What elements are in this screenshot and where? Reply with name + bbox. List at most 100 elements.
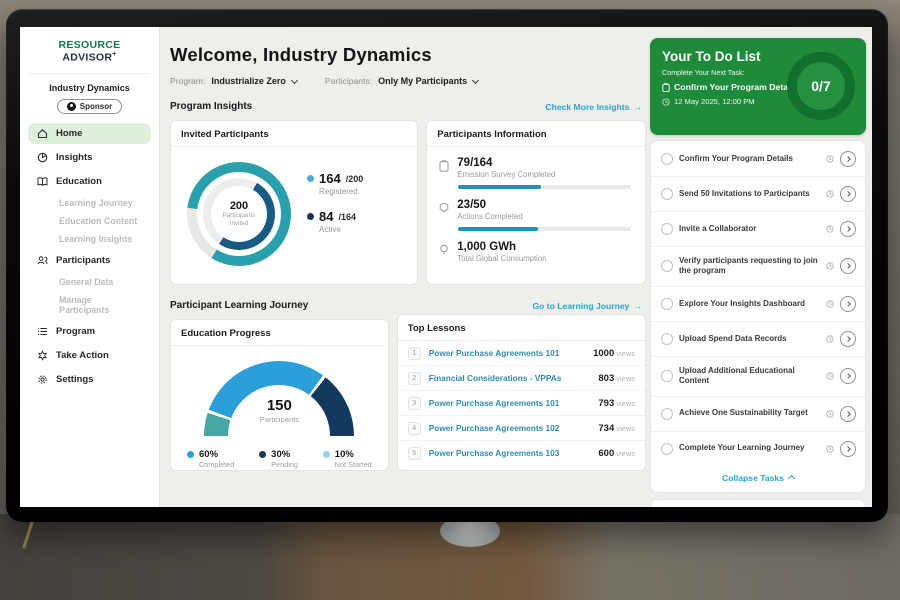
lesson-link[interactable]: Power Purchase Agreements 101 bbox=[429, 398, 599, 408]
task-checkbox[interactable] bbox=[661, 443, 673, 455]
task-row[interactable]: Verify participants requesting to join t… bbox=[651, 247, 865, 287]
sidebar-item-label: Education bbox=[56, 176, 102, 187]
sponsor-badge-label: Sponsor bbox=[80, 102, 112, 111]
task-checkbox[interactable] bbox=[661, 153, 673, 165]
task-checkbox[interactable] bbox=[661, 408, 673, 420]
invited-donut-chart: 200 Participants Invited bbox=[187, 162, 291, 266]
not-started-dot-icon bbox=[323, 451, 330, 458]
task-checkbox[interactable] bbox=[661, 260, 673, 272]
stat-global-consumption: 1,000 GWh Total Global Consumption bbox=[427, 241, 645, 263]
task-chevron-button[interactable] bbox=[840, 368, 856, 384]
clock-icon bbox=[826, 445, 834, 453]
check-more-insights-link[interactable]: Check More Insights → bbox=[545, 102, 642, 112]
sidebar-item-label: Home bbox=[56, 128, 82, 139]
sidebar-item-learning-insights[interactable]: Learning Insights bbox=[28, 231, 151, 247]
participants-filter[interactable]: Participants: Only My Participants bbox=[325, 76, 478, 86]
clock-icon bbox=[826, 225, 834, 233]
logo-advisor: ADVISOR bbox=[62, 52, 112, 64]
task-row[interactable]: Explore Your Insights Dashboard bbox=[651, 287, 865, 322]
sidebar-item-education-content[interactable]: Education Content bbox=[28, 213, 151, 229]
sidebar-item-program[interactable]: Program bbox=[28, 321, 151, 342]
task-row[interactable]: Confirm Your Program Details bbox=[651, 142, 865, 177]
task-checkbox[interactable] bbox=[661, 370, 673, 382]
task-chevron-button[interactable] bbox=[840, 258, 856, 274]
lesson-link[interactable]: Power Purchase Agreements 103 bbox=[429, 448, 599, 458]
lesson-row: 2 Financial Considerations - VPPAs 803vi… bbox=[398, 366, 645, 391]
program-filter-value: Industrialize Zero bbox=[211, 76, 286, 86]
lesson-row: 4 Power Purchase Agreements 102 734views bbox=[398, 416, 645, 441]
arrow-right-icon: → bbox=[633, 102, 642, 112]
sidebar-item-home[interactable]: Home bbox=[28, 123, 151, 144]
task-row[interactable]: Upload Additional Educational Content bbox=[651, 357, 865, 397]
main-content: Welcome, Industry Dynamics Program: Indu… bbox=[160, 27, 650, 507]
lesson-link[interactable]: Financial Considerations - VPPAs bbox=[429, 373, 599, 383]
task-row[interactable]: Send 50 Invitations to Participants bbox=[651, 177, 865, 212]
task-row[interactable]: Complete Your Learning Journey bbox=[651, 432, 865, 466]
insights-pie-icon bbox=[37, 152, 48, 163]
task-chevron-button[interactable] bbox=[840, 151, 856, 167]
participants-information-card: Participants Information 79/164 Emission… bbox=[426, 120, 646, 285]
org-name: Industry Dynamics bbox=[20, 83, 159, 93]
donut-legend: 164 /200 Registered 84 /164 Active bbox=[307, 171, 363, 266]
section-title: Program Insights bbox=[170, 101, 252, 112]
todo-progress-ring: 0/7 bbox=[787, 52, 855, 120]
spark-icon bbox=[37, 350, 48, 361]
progress-fill bbox=[458, 185, 541, 189]
learning-cards-row: Education Progress 150 Participants 60% bbox=[170, 319, 646, 471]
sidebar-item-education[interactable]: Education bbox=[28, 171, 151, 192]
legend-active: 84 /164 Active bbox=[307, 209, 363, 234]
task-checkbox[interactable] bbox=[661, 298, 673, 310]
sidebar-item-take-action[interactable]: Take Action bbox=[28, 345, 151, 366]
task-chevron-button[interactable] bbox=[840, 296, 856, 312]
todo-panel: Your To Do List Complete Your Next Task:… bbox=[650, 38, 866, 507]
clock-icon bbox=[826, 410, 834, 418]
sponsor-icon bbox=[67, 102, 76, 111]
task-list: Confirm Your Program Details Send 50 Inv… bbox=[650, 140, 866, 493]
task-chevron-button[interactable] bbox=[840, 186, 856, 202]
sidebar-item-label: Manage Participants bbox=[59, 295, 142, 315]
sidebar-item-insights[interactable]: Insights bbox=[28, 147, 151, 168]
sidebar-item-learning-journey[interactable]: Learning Journey bbox=[28, 195, 151, 211]
clock-icon bbox=[826, 372, 834, 380]
logo-plus: + bbox=[112, 51, 116, 58]
learning-journey-header: Participant Learning Journey Go to Learn… bbox=[170, 300, 646, 311]
rank-badge: 4 bbox=[408, 422, 421, 435]
sponsor-badge[interactable]: Sponsor bbox=[57, 99, 122, 114]
sidebar-item-general-data[interactable]: General Data bbox=[28, 274, 151, 290]
task-row[interactable]: Invite a Collaborator bbox=[651, 212, 865, 247]
gauge-center-value: 150 bbox=[204, 397, 354, 414]
clock-icon bbox=[826, 262, 834, 270]
registered-dot-icon bbox=[307, 175, 314, 182]
task-row[interactable]: Achieve One Sustainability Target bbox=[651, 397, 865, 432]
task-chevron-button[interactable] bbox=[840, 221, 856, 237]
go-to-learning-journey-link[interactable]: Go to Learning Journey → bbox=[532, 301, 642, 311]
sidebar-item-settings[interactable]: Settings bbox=[28, 369, 151, 390]
invited-participants-card: Invited Participants 200 Participants In… bbox=[170, 120, 418, 285]
task-checkbox[interactable] bbox=[661, 333, 673, 345]
lesson-link[interactable]: Power Purchase Agreements 102 bbox=[429, 423, 599, 433]
task-chevron-button[interactable] bbox=[840, 406, 856, 422]
actions-progress-bar bbox=[458, 227, 631, 231]
task-checkbox[interactable] bbox=[661, 223, 673, 235]
completed-dot-icon bbox=[187, 451, 194, 458]
card-title: Participants Information bbox=[427, 121, 645, 147]
task-checkbox[interactable] bbox=[661, 188, 673, 200]
task-chevron-button[interactable] bbox=[840, 331, 856, 347]
program-filter[interactable]: Program: Industrialize Zero bbox=[170, 76, 297, 86]
sidebar-item-participants[interactable]: Participants bbox=[28, 250, 151, 271]
participants-filter-value: Only My Participants bbox=[378, 76, 467, 86]
rank-badge: 3 bbox=[408, 397, 421, 410]
legend-completed: 60% Completed bbox=[187, 449, 234, 469]
sidebar: RESOURCE ADVISOR+ Industry Dynamics Spon… bbox=[20, 27, 160, 507]
top-lessons-card: Top Lessons 1 Power Purchase Agreements … bbox=[397, 314, 646, 471]
sidebar-item-manage-participants[interactable]: Manage Participants bbox=[28, 292, 151, 318]
lesson-link[interactable]: Power Purchase Agreements 101 bbox=[429, 348, 593, 358]
chevron-down-icon bbox=[472, 76, 479, 83]
logo-resource: RESOURCE bbox=[59, 39, 121, 51]
emission-survey-progress-bar bbox=[458, 185, 631, 189]
collapse-tasks-link[interactable]: Collapse Tasks bbox=[651, 466, 865, 491]
task-row[interactable]: Upload Spend Data Records bbox=[651, 322, 865, 357]
clipboard-icon bbox=[662, 83, 670, 92]
filter-bar: Program: Industrialize Zero Participants… bbox=[170, 76, 646, 86]
task-chevron-button[interactable] bbox=[840, 441, 856, 457]
